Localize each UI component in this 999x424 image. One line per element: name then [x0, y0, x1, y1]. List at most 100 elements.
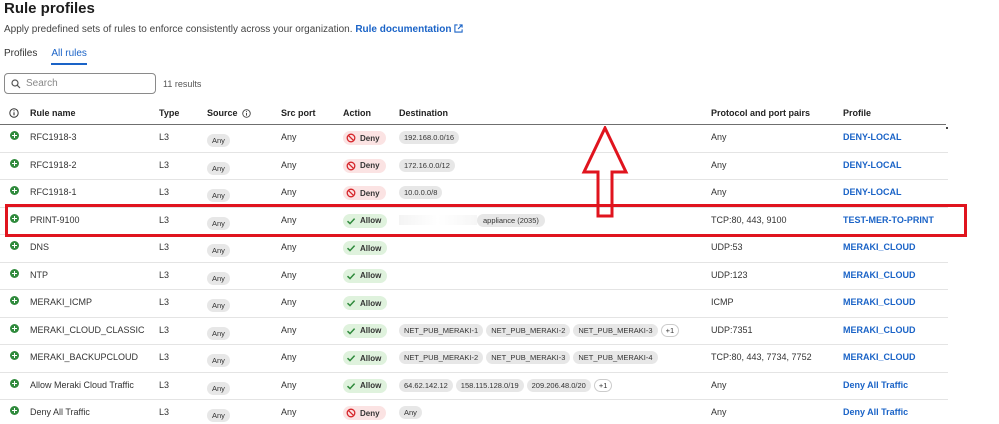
source-chip: Any: [207, 189, 230, 202]
tab-profiles[interactable]: Profiles: [4, 48, 37, 65]
protocol-ports: Any: [711, 187, 727, 197]
protocol-ports: UDP:53: [711, 242, 743, 252]
external-link-icon: [454, 24, 464, 33]
protocol-ports: UDP:7351: [711, 324, 753, 335]
rule-name: NTP: [30, 269, 48, 280]
src-port: Any: [281, 187, 297, 197]
table-row[interactable]: NTP L3 Any Any Allow UDP:123 MERAKI_CLOU…: [0, 263, 948, 290]
rule-name: RFC1918-2: [30, 159, 77, 170]
col-type[interactable]: Type: [159, 108, 179, 118]
profile-link[interactable]: DENY-LOCAL: [843, 187, 902, 197]
rule-type: L3: [159, 407, 170, 417]
rule-name: MERAKI_CLOUD_CLASSIC: [30, 324, 145, 335]
search-input[interactable]: [26, 78, 146, 89]
action-badge: Allow: [343, 323, 388, 338]
rule-name: MERAKI_ICMP: [30, 297, 93, 307]
source-chip: Any: [207, 134, 230, 147]
rule-name: Deny All Traffic: [30, 407, 90, 417]
destination-cell: 64.62.142.12 158.115.128.0/19 209.206.48.0…: [399, 378, 615, 392]
table-row[interactable]: RFC1918-2 L3 Any Any Deny 172.16.0.0/12 …: [0, 153, 948, 180]
check-icon: [346, 300, 356, 307]
profile-link[interactable]: DENY-LOCAL: [843, 132, 902, 142]
tab-all-rules[interactable]: All rules: [51, 48, 87, 65]
destination-chip: NET_PUB_MERAKI-3: [573, 323, 658, 337]
add-icon[interactable]: [10, 268, 19, 278]
add-icon[interactable]: [10, 241, 19, 250]
add-icon[interactable]: [10, 406, 19, 415]
col-destination[interactable]: Destination: [399, 108, 448, 118]
rule-type: L3: [159, 269, 170, 280]
profile-link[interactable]: MERAKI_CLOUD: [843, 352, 916, 362]
page-subtitle: Apply predefined sets of rules to enforc…: [4, 24, 464, 35]
action-badge: Deny: [343, 186, 386, 200]
table-row[interactable]: MERAKI_BACKUPCLOUD L3 Any Any Allow NET_…: [0, 345, 948, 373]
results-count: 11 results: [163, 79, 202, 89]
table-row[interactable]: Allow Meraki Cloud Traffic L3 Any Any Al…: [0, 373, 948, 400]
destination-chip: NET_PUB_MERAKI-2: [486, 323, 571, 337]
action-badge: Deny: [343, 131, 386, 145]
action-label: Deny: [360, 133, 380, 143]
action-label: Allow: [360, 353, 382, 363]
col-rule-name[interactable]: Rule name: [30, 108, 76, 118]
rule-name: MERAKI_BACKUPCLOUD: [30, 352, 139, 362]
src-port: Any: [281, 407, 297, 417]
add-icon[interactable]: [10, 296, 19, 305]
add-icon[interactable]: [10, 186, 19, 195]
action-label: Allow: [360, 326, 382, 335]
col-source[interactable]: Source: [207, 108, 251, 118]
subtitle-text: Apply predefined sets of rules to enforc…: [4, 24, 353, 35]
table-row[interactable]: Deny All Traffic L3 Any Any Deny Any Any…: [0, 400, 948, 424]
destination-chip: 172.16.0.0/12: [399, 158, 455, 172]
add-icon[interactable]: [10, 378, 19, 388]
src-port: Any: [281, 132, 297, 142]
search-box[interactable]: [4, 73, 156, 94]
destination-cell: NET_PUB_MERAKI-2 NET_PUB_MERAKI-3 NET_PUB_…: [399, 351, 661, 364]
col-protocol[interactable]: Protocol and port pairs: [711, 108, 810, 118]
destination-chip: NET_PUB_MERAKI-4: [573, 351, 658, 364]
profile-link[interactable]: Deny All Traffic: [843, 407, 908, 417]
rule-documentation-link[interactable]: Rule documentation: [355, 24, 464, 35]
col-profile[interactable]: Profile: [843, 108, 871, 118]
src-port: Any: [281, 242, 297, 252]
destination-cell: NET_PUB_MERAKI-1 NET_PUB_MERAKI-2 NET_PUB_…: [399, 323, 682, 337]
table-row[interactable]: MERAKI_CLOUD_CLASSIC L3 Any Any Allow NE…: [0, 318, 948, 345]
protocol-ports: TCP:80, 443, 7734, 7752: [711, 352, 812, 362]
rule-name: RFC1918-1: [30, 187, 77, 197]
src-port: Any: [281, 352, 297, 362]
add-icon[interactable]: [10, 351, 19, 360]
destination-cell: 172.16.0.0/12: [399, 158, 458, 172]
action-badge: Allow: [343, 268, 388, 283]
protocol-ports: ICMP: [711, 297, 734, 307]
info-icon[interactable]: [241, 108, 251, 118]
source-chip: Any: [207, 161, 230, 175]
profile-link[interactable]: DENY-LOCAL: [843, 160, 902, 170]
destination-chip: NET_PUB_MERAKI-2: [399, 351, 484, 364]
source-chip: Any: [207, 299, 230, 312]
profile-link[interactable]: MERAKI_CLOUD: [843, 297, 916, 307]
profile-link[interactable]: MERAKI_CLOUD: [843, 242, 916, 252]
destination-chip: NET_PUB_MERAKI-1: [399, 323, 484, 337]
table-row[interactable]: DNS L3 Any Any Allow UDP:53 MERAKI_CLOUD: [0, 235, 948, 263]
tab-bar: Profiles All rules: [4, 48, 87, 65]
profile-link[interactable]: MERAKI_CLOUD: [843, 270, 916, 280]
add-icon[interactable]: [10, 131, 19, 140]
action-badge: Allow: [343, 351, 388, 365]
src-port: Any: [281, 379, 297, 390]
destination-chip[interactable]: +1: [660, 323, 680, 337]
col-src-port[interactable]: Src port: [281, 108, 316, 118]
action-badge: Deny: [343, 158, 386, 173]
info-icon[interactable]: [9, 108, 19, 118]
destination-chip: 209.206.48.0/20: [526, 378, 591, 392]
table-row[interactable]: RFC1918-3 L3 Any Any Deny 192.168.0.0/16…: [0, 125, 948, 153]
table-row[interactable]: MERAKI_ICMP L3 Any Any Allow ICMP MERAKI…: [0, 290, 948, 318]
rule-type: L3: [159, 242, 170, 252]
action-label: Allow: [360, 381, 382, 390]
deny-icon: [346, 408, 356, 418]
add-icon[interactable]: [10, 158, 19, 168]
destination-chip[interactable]: +1: [593, 378, 613, 392]
profile-link[interactable]: MERAKI_CLOUD: [843, 325, 916, 335]
add-icon[interactable]: [10, 323, 19, 333]
src-port: Any: [281, 297, 297, 307]
profile-link[interactable]: Deny All Traffic: [843, 380, 908, 390]
col-action[interactable]: Action: [343, 108, 371, 118]
